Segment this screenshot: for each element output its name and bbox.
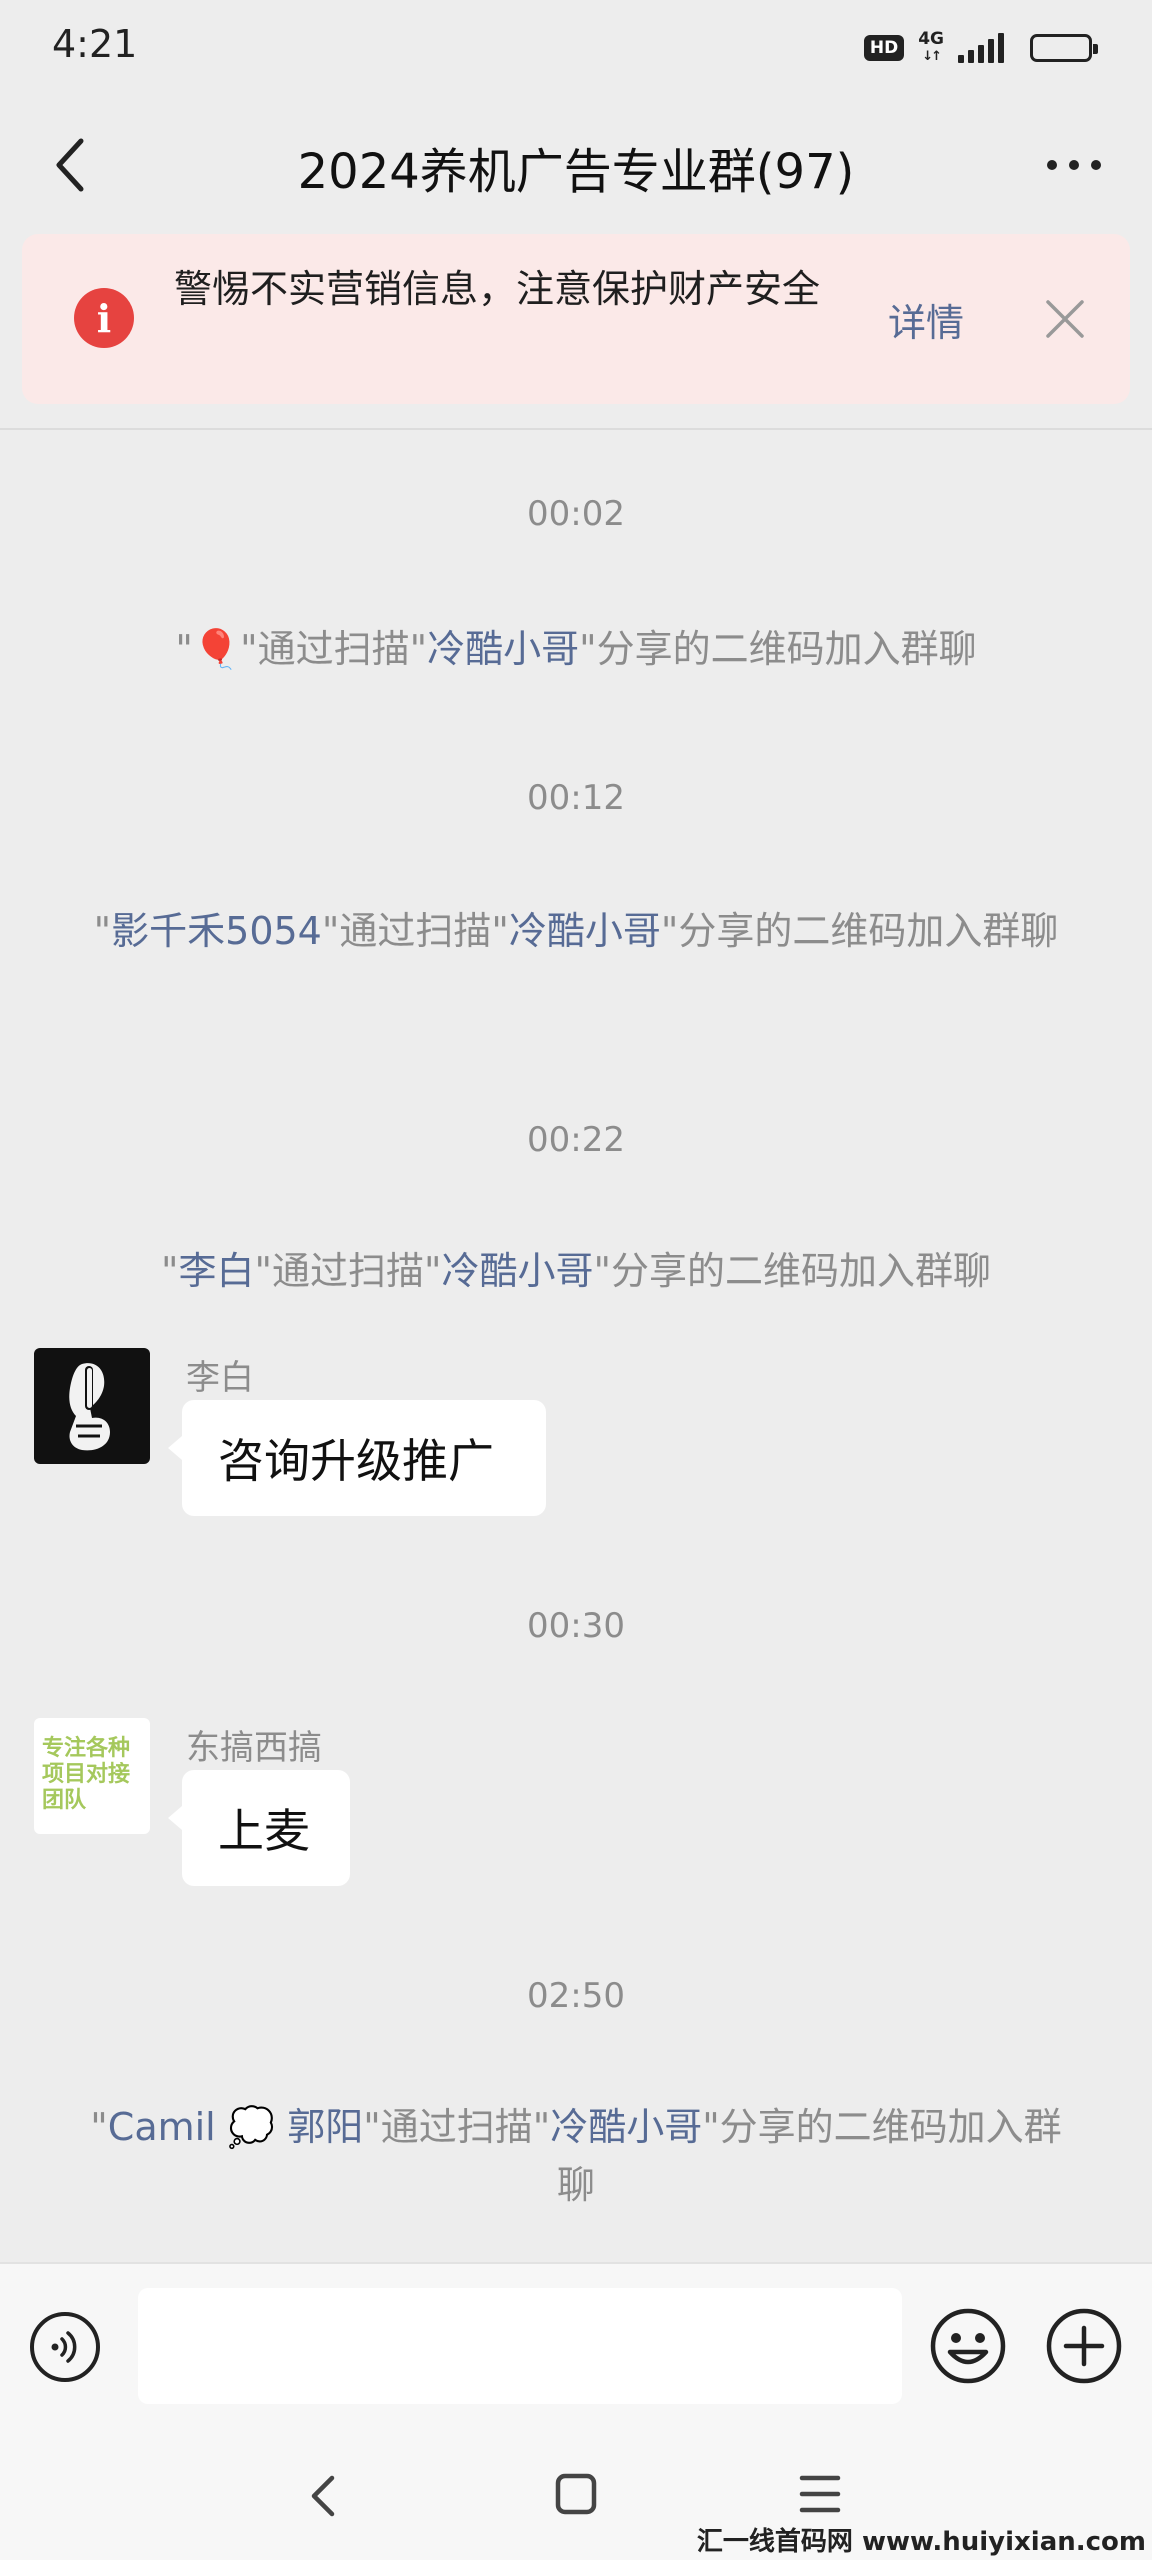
voice-button[interactable]	[30, 2312, 100, 2382]
nav-back-button[interactable]	[294, 2466, 354, 2526]
system-nav-bar: 汇一线首码网 www.huiyixian.com	[0, 2426, 1152, 2560]
inviter-link[interactable]: 冷酷小哥	[550, 2105, 702, 2149]
status-icons: HD 4G ↓↑	[863, 30, 1098, 66]
message-input[interactable]	[138, 2288, 902, 2404]
timestamp: 02:50	[527, 1976, 625, 2016]
timestamp: 00:02	[527, 494, 625, 534]
avatar[interactable]	[34, 1348, 150, 1464]
inviter-link[interactable]: 冷酷小哥	[427, 627, 579, 671]
message-bubble[interactable]: 上麦	[168, 1770, 350, 1886]
message-bubble[interactable]: 咨询升级推广	[168, 1400, 546, 1516]
emoji-button[interactable]	[928, 2306, 1008, 2386]
status-time: 4:21	[52, 22, 138, 66]
warning-text: 警惕不实营销信息，注意保护财产安全	[174, 267, 821, 311]
timestamp: 00:12	[527, 778, 625, 818]
inviter-link[interactable]: 冷酷小哥	[441, 1249, 593, 1293]
sender-name: 李白	[186, 1358, 254, 1398]
warning-banner: i 警惕不实营销信息，注意保护财产安全 详情	[22, 234, 1130, 404]
joined-user-link[interactable]: 🎈	[193, 627, 240, 671]
nav-home-icon	[555, 2473, 597, 2515]
data-arrows-icon: ↓↑	[922, 49, 942, 64]
joined-user-link[interactable]: Camil 💭 郭阳	[108, 2105, 363, 2149]
more-button[interactable]	[1034, 130, 1114, 200]
nav-menu-button[interactable]	[790, 2464, 850, 2524]
nav-menu-icon	[799, 2475, 841, 2513]
warning-icon: i	[74, 288, 134, 348]
system-message: "🎈"通过扫描"冷酷小哥"分享的二维码加入群聊	[175, 627, 977, 671]
system-message: "Camil 💭 郭阳"通过扫描"冷酷小哥"分享的二维码加入群聊	[90, 2105, 1062, 2207]
sender-name: 东搞西搞	[186, 1728, 322, 1768]
header-divider	[0, 428, 1152, 430]
hd-badge: HD	[863, 35, 905, 61]
more-icon	[1047, 160, 1101, 170]
close-icon	[1046, 300, 1084, 338]
system-message: "影千禾5054"通过扫描"冷酷小哥"分享的二维码加入群聊	[93, 909, 1059, 953]
plus-icon	[1046, 2308, 1122, 2384]
voice-icon	[51, 2331, 77, 2363]
timestamp: 00:22	[527, 1120, 625, 1160]
system-message: "李白"通过扫描"冷酷小哥"分享的二维码加入群聊	[161, 1249, 991, 1293]
watermark: 汇一线首码网 www.huiyixian.com	[696, 2527, 1146, 2557]
battery-icon	[1030, 34, 1098, 62]
network-indicator: 4G ↓↑	[918, 30, 944, 66]
warning-close-button[interactable]	[1030, 284, 1100, 354]
message-text: 咨询升级推广	[218, 1434, 494, 1488]
network-type: 4G	[918, 29, 944, 49]
timestamp: 00:30	[527, 1606, 625, 1646]
nav-back-icon	[311, 2475, 335, 2517]
nav-home-button[interactable]	[546, 2464, 606, 2524]
hush-gesture-icon	[69, 1363, 110, 1451]
joined-user-link[interactable]: 李白	[179, 1249, 255, 1293]
page-title: 2024养机广告专业群(97)	[297, 144, 855, 200]
emoji-icon	[930, 2308, 1006, 2384]
message-text: 上麦	[218, 1804, 310, 1858]
inviter-link[interactable]: 冷酷小哥	[509, 909, 661, 953]
avatar-text: 专注各种项目对接团队	[42, 1736, 131, 1813]
input-bar	[0, 2262, 1152, 2428]
joined-user-link[interactable]: 影千禾5054	[111, 909, 322, 953]
plus-button[interactable]	[1044, 2306, 1124, 2386]
avatar[interactable]: 专注各种项目对接团队	[34, 1718, 150, 1834]
warning-detail-link[interactable]: 详情	[888, 292, 964, 347]
signal-icon	[958, 33, 1004, 63]
